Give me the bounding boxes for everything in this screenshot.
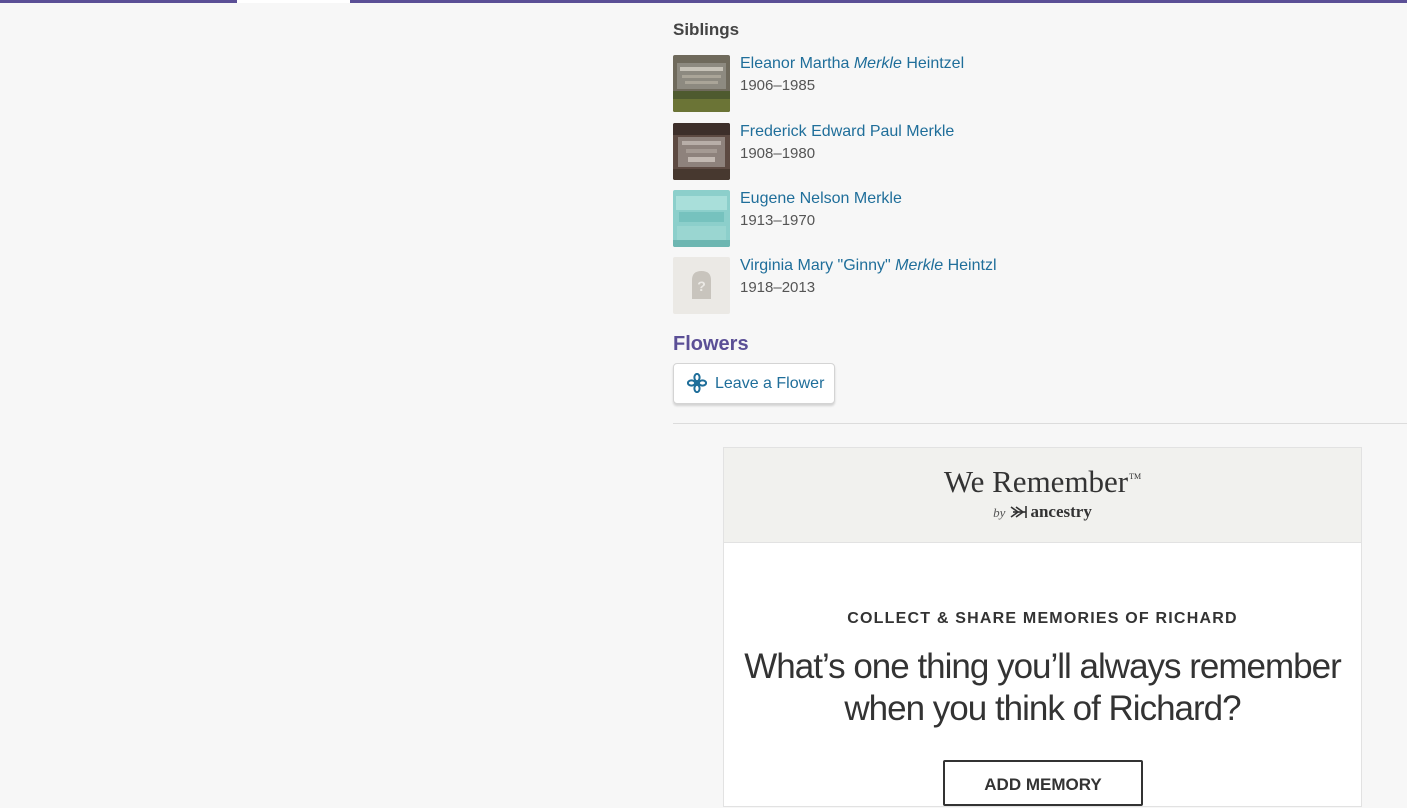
we-remember-card: We RememberTM by ancestry COLLECT & SHARE…	[723, 447, 1362, 807]
sibling-item[interactable]: ? Virginia Mary "Ginny" Merkle Heintzl 1…	[673, 257, 1173, 315]
add-memory-button[interactable]: ADD MEMORY	[943, 760, 1143, 806]
top-accent-bar	[0, 0, 1407, 3]
sibling-name-link[interactable]: Eugene Nelson Merkle	[740, 190, 902, 208]
leave-flower-label: Leave a Flower	[715, 375, 825, 392]
we-remember-header: We RememberTM by ancestry	[724, 448, 1361, 543]
sibling-dates: 1908–1980	[740, 145, 816, 162]
headstone-photo-thumbnail[interactable]	[673, 123, 730, 180]
flowers-heading: Flowers	[673, 333, 749, 355]
leave-flower-button[interactable]: Leave a Flower	[673, 363, 835, 404]
sibling-item[interactable]: Frederick Edward Paul Merkle 1908–1980	[673, 123, 1173, 181]
sibling-name-link[interactable]: Frederick Edward Paul Merkle	[740, 123, 954, 141]
svg-text:?: ?	[697, 278, 706, 294]
siblings-heading: Siblings	[673, 20, 740, 39]
headstone-photo-thumbnail[interactable]	[673, 55, 730, 112]
sibling-name-link[interactable]: Virginia Mary "Ginny" Merkle Heintzl	[740, 257, 997, 275]
ancestry-branding: by ancestry	[724, 502, 1361, 525]
sibling-name-link[interactable]: Eleanor Martha Merkle Heintzel	[740, 55, 964, 73]
memories-kicker: COLLECT & SHARE MEMORIES OF RICHARD	[847, 610, 1238, 627]
headstone-placeholder-icon[interactable]: ?	[673, 257, 730, 314]
memory-prompt: What’s one thing you’ll always remember …	[744, 647, 1341, 728]
sibling-item[interactable]: Eleanor Martha Merkle Heintzel 1906–1985	[673, 55, 1173, 113]
sibling-dates: 1906–1985	[740, 77, 816, 94]
section-divider	[673, 423, 1407, 424]
ancestry-leaf-icon	[1009, 504, 1029, 525]
active-tab-indicator	[237, 0, 350, 3]
sibling-item[interactable]: Eugene Nelson Merkle 1913–1970	[673, 190, 1173, 248]
sibling-dates: 1918–2013	[740, 279, 816, 296]
we-remember-logo: We RememberTM	[943, 464, 1142, 499]
flower-icon	[686, 372, 708, 394]
headstone-photo-thumbnail[interactable]	[673, 190, 730, 247]
sibling-dates: 1913–1970	[740, 212, 816, 229]
